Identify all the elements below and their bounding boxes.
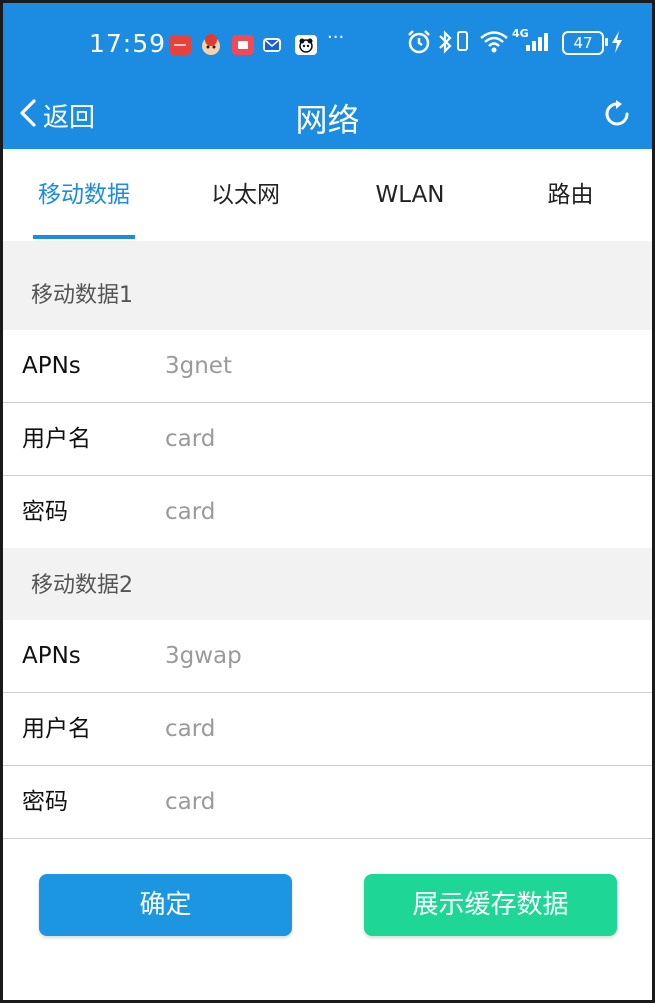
apn-label: APNs — [22, 353, 81, 379]
username-input[interactable] — [153, 707, 647, 751]
tab-bar: 移动数据 以太网 WLAN 路由 — [3, 149, 652, 241]
section-title: 移动数据2 — [31, 573, 133, 598]
username-label: 用户名 — [22, 716, 91, 742]
battery-icon: 47 — [562, 31, 604, 55]
signal-icon — [524, 29, 554, 59]
huawei-app-icon — [169, 35, 191, 55]
vibrate-icon — [454, 29, 470, 59]
password-input[interactable] — [153, 490, 647, 534]
password-row: 密码 — [3, 766, 652, 839]
confirm-button[interactable]: 确定 — [39, 874, 292, 936]
tab-router[interactable]: 路由 — [533, 149, 608, 241]
app-header: 17:59 ··· 4G 47 返回 网络 — [3, 3, 652, 149]
nav-bar: 返回 网络 — [3, 83, 652, 149]
refresh-icon — [604, 100, 632, 133]
username-label: 用户名 — [22, 426, 91, 452]
password-label: 密码 — [22, 789, 68, 815]
charging-icon — [610, 29, 624, 59]
tab-wlan[interactable]: WLAN — [365, 149, 455, 241]
username-row: 用户名 — [3, 693, 652, 766]
status-time: 17:59 — [89, 29, 167, 58]
password-input[interactable] — [153, 780, 647, 824]
apn-row: APNs — [3, 620, 652, 693]
section-header-mobile-data-2: 移动数据2 — [3, 548, 652, 620]
book-app-icon — [232, 35, 254, 55]
chevron-left-icon — [19, 98, 37, 132]
wifi-icon — [479, 29, 509, 59]
apn-input[interactable] — [153, 344, 647, 388]
cartoon-app-icon — [200, 34, 222, 55]
bluetooth-icon — [437, 29, 453, 59]
password-row: 密码 — [3, 476, 652, 548]
show-cache-button[interactable]: 展示缓存数据 — [364, 874, 617, 936]
apn-row: APNs — [3, 330, 652, 403]
back-label: 返回 — [43, 102, 96, 133]
screen: 17:59 ··· 4G 47 返回 网络 移动数据 以太网 WLAN 路由 移… — [3, 3, 652, 1000]
apn-input[interactable] — [153, 634, 647, 678]
tab-mobile-data[interactable]: 移动数据 — [29, 149, 139, 241]
section-header-mobile-data-1: 移动数据1 — [3, 241, 652, 331]
back-button[interactable]: 返回 — [19, 95, 95, 135]
status-bar: 17:59 ··· 4G 47 — [3, 27, 652, 67]
username-row: 用户名 — [3, 403, 652, 476]
page-title: 网络 — [295, 101, 360, 139]
panda-app-icon — [295, 35, 317, 55]
username-input[interactable] — [153, 417, 647, 461]
battery-cap — [605, 38, 608, 46]
tab-ethernet[interactable]: 以太网 — [198, 149, 293, 241]
refresh-button[interactable] — [604, 99, 632, 133]
more-notifications-icon: ··· — [327, 27, 345, 48]
active-tab-indicator — [33, 235, 135, 239]
apn-label: APNs — [22, 643, 81, 669]
password-label: 密码 — [22, 499, 68, 525]
alarm-icon — [406, 29, 432, 59]
mail-icon — [263, 38, 281, 52]
